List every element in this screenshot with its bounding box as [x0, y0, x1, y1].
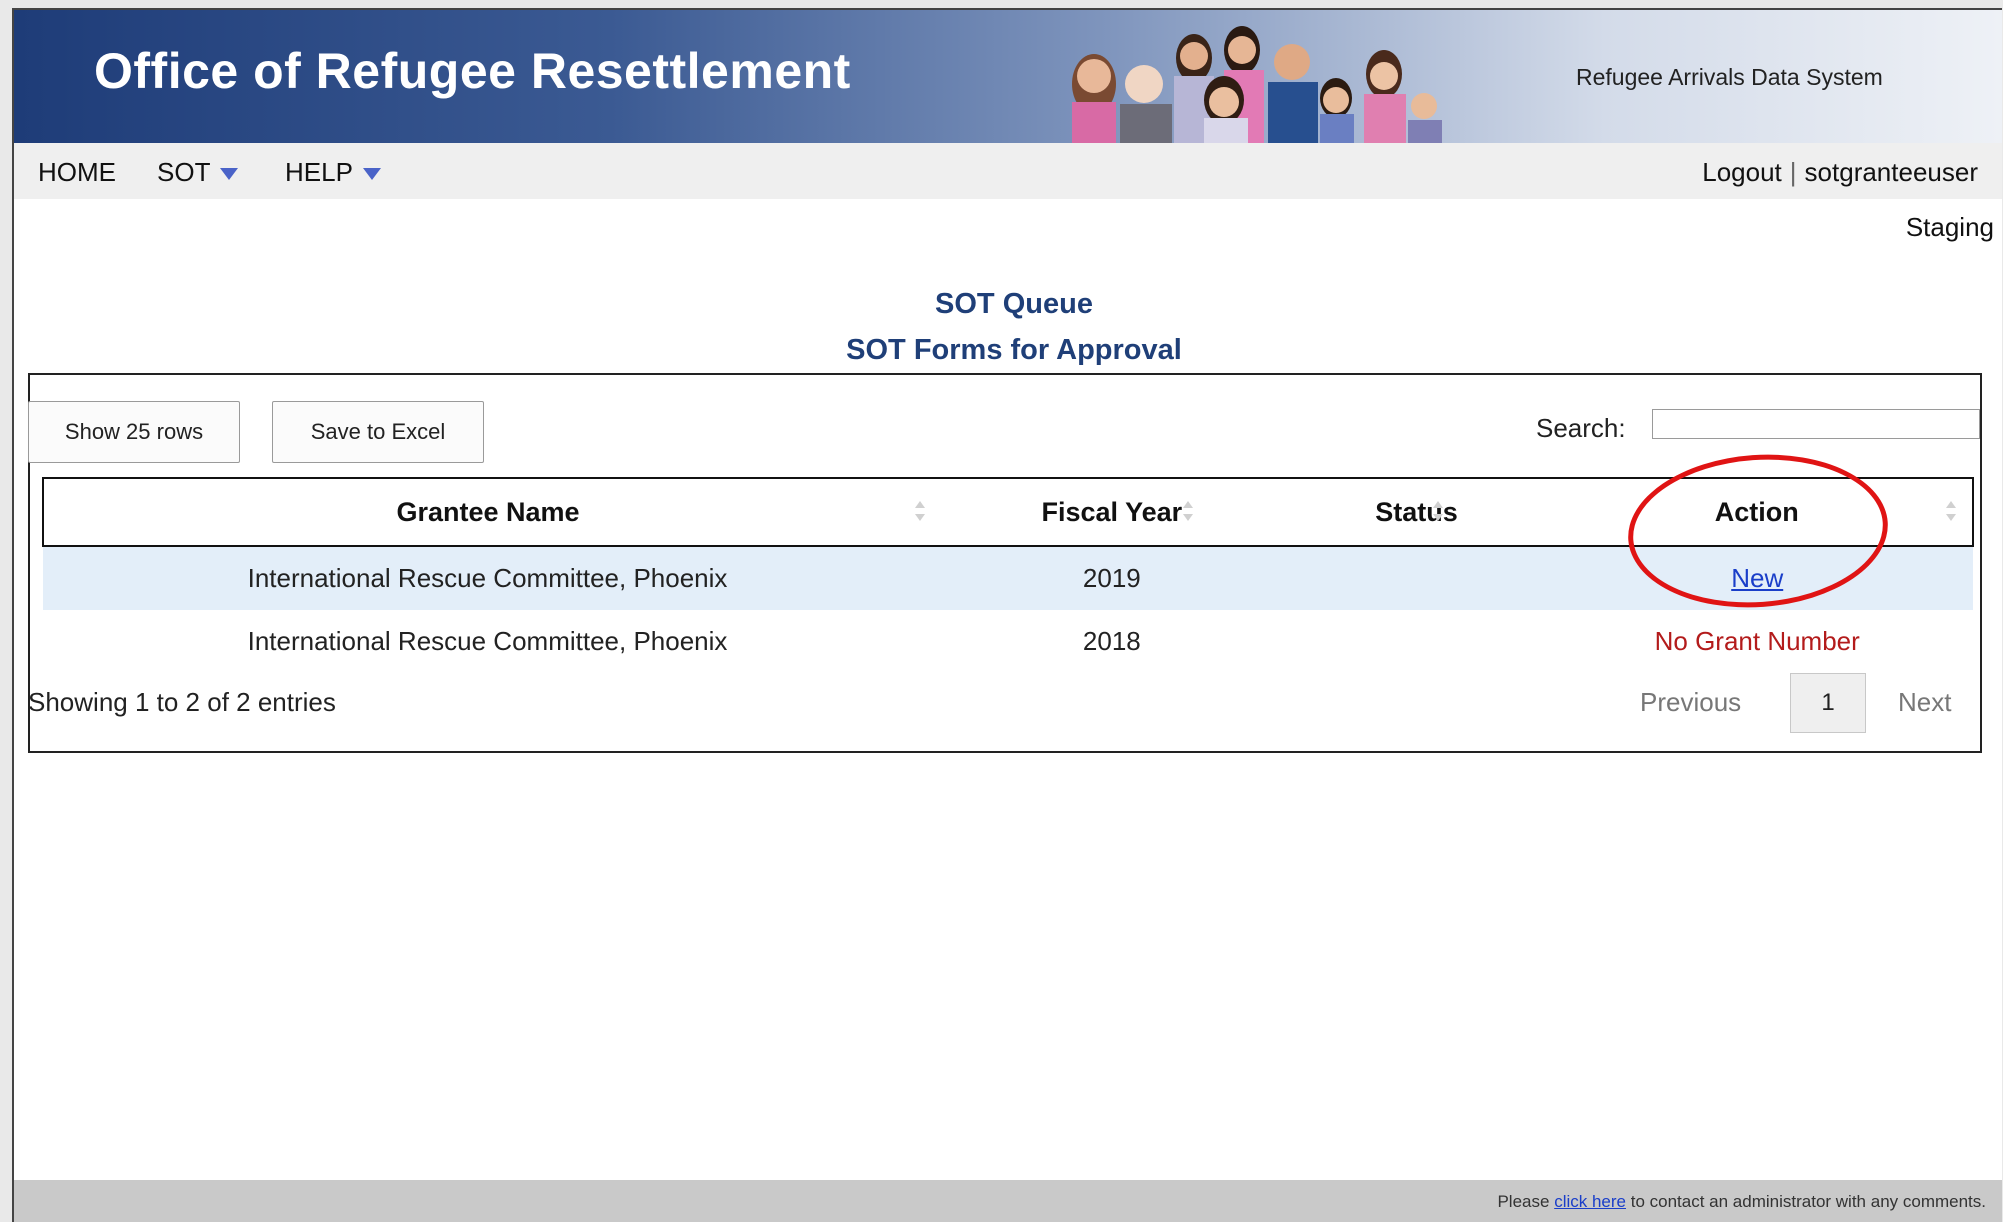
page-subtitle: SOT Forms for Approval — [846, 334, 1182, 366]
column-header-status[interactable]: Status — [1291, 477, 1542, 547]
nav-home[interactable]: HOME — [38, 157, 116, 188]
chevron-down-icon — [220, 168, 239, 181]
family-photo — [1072, 26, 1442, 143]
user-area: Logout | sotgranteeuser — [1702, 157, 1978, 188]
footer-suffix: to contact an administrator with any com… — [1630, 1192, 1986, 1211]
save-to-excel-button[interactable]: Save to Excel — [272, 401, 484, 463]
next-page-button[interactable]: Next — [1898, 687, 1951, 718]
footer-text: Please click here to contact an administ… — [1497, 1192, 1986, 1212]
new-form-link[interactable]: New — [1731, 563, 1783, 593]
nav-help-label: HELP — [285, 157, 353, 187]
show-rows-button[interactable]: Show 25 rows — [28, 401, 240, 463]
search-label: Search: — [1536, 413, 1626, 443]
table-header-row: Grantee Name Fiscal Year Status Action — [41, 477, 1974, 547]
action-cell: New — [1541, 546, 1973, 610]
column-header-fiscal-year[interactable]: Fiscal Year — [932, 477, 1292, 547]
environment-label: Staging — [1905, 212, 1994, 242]
sort-icon — [1432, 501, 1443, 521]
sot-queue-table: Grantee Name Fiscal Year Status Action I… — [41, 477, 1974, 673]
search-input[interactable] — [1652, 409, 1980, 439]
previous-page-button[interactable]: Previous — [1640, 687, 1741, 718]
status-cell — [1291, 546, 1542, 610]
footer-bar: Please click here to contact an administ… — [14, 1180, 2002, 1222]
table-info: Showing 1 to 2 of 2 entries — [28, 687, 336, 717]
app-window: Office of Refugee Resettlement Refugee A… — [12, 8, 2002, 1222]
app-title: Office of Refugee Resettlement — [94, 43, 851, 99]
username: sotgranteeuser — [1804, 157, 1978, 187]
table-panel: Show 25 rows Save to Excel Search: Grant… — [28, 373, 1982, 753]
footer-prefix: Please — [1497, 1192, 1550, 1211]
logout-link[interactable]: Logout — [1702, 157, 1782, 187]
column-header-action[interactable]: Action — [1541, 477, 1974, 547]
grantee-name-cell: International Rescue Committee, Phoenix — [247, 626, 728, 656]
column-header-grantee-name[interactable]: Grantee Name — [41, 477, 933, 547]
system-name: Refugee Arrivals Data System — [1576, 64, 1883, 90]
nav-sot-label: SOT — [157, 157, 211, 187]
table-row: International Rescue Committee, Phoenix … — [43, 546, 1973, 610]
nav-help-menu[interactable]: HELP — [285, 157, 381, 188]
nav-sot-menu[interactable]: SOT — [157, 157, 239, 188]
table-row: International Rescue Committee, Phoenix … — [43, 610, 1973, 673]
fiscal-year-cell: 2018 — [1082, 626, 1141, 656]
page-1-button[interactable]: 1 — [1790, 673, 1866, 733]
no-grant-number-text: No Grant Number — [1654, 626, 1860, 656]
sort-icon — [915, 501, 925, 521]
sort-icon — [1183, 501, 1194, 521]
header-banner: Office of Refugee Resettlement Refugee A… — [14, 10, 2002, 143]
sort-icon — [1946, 501, 1957, 521]
page-title: SOT Queue — [935, 288, 1093, 320]
grantee-name-cell: International Rescue Committee, Phoenix — [43, 546, 933, 610]
action-cell: No Grant Number — [1541, 610, 1973, 673]
nav-separator: | — [1789, 157, 1797, 187]
chevron-down-icon — [362, 168, 381, 181]
status-cell — [1292, 610, 1542, 673]
contact-admin-link[interactable]: click here — [1554, 1192, 1626, 1211]
nav-bar: HOME SOT HELP Logout | sotgranteeuser — [14, 143, 2002, 199]
fiscal-year-cell: 2019 — [932, 546, 1292, 610]
